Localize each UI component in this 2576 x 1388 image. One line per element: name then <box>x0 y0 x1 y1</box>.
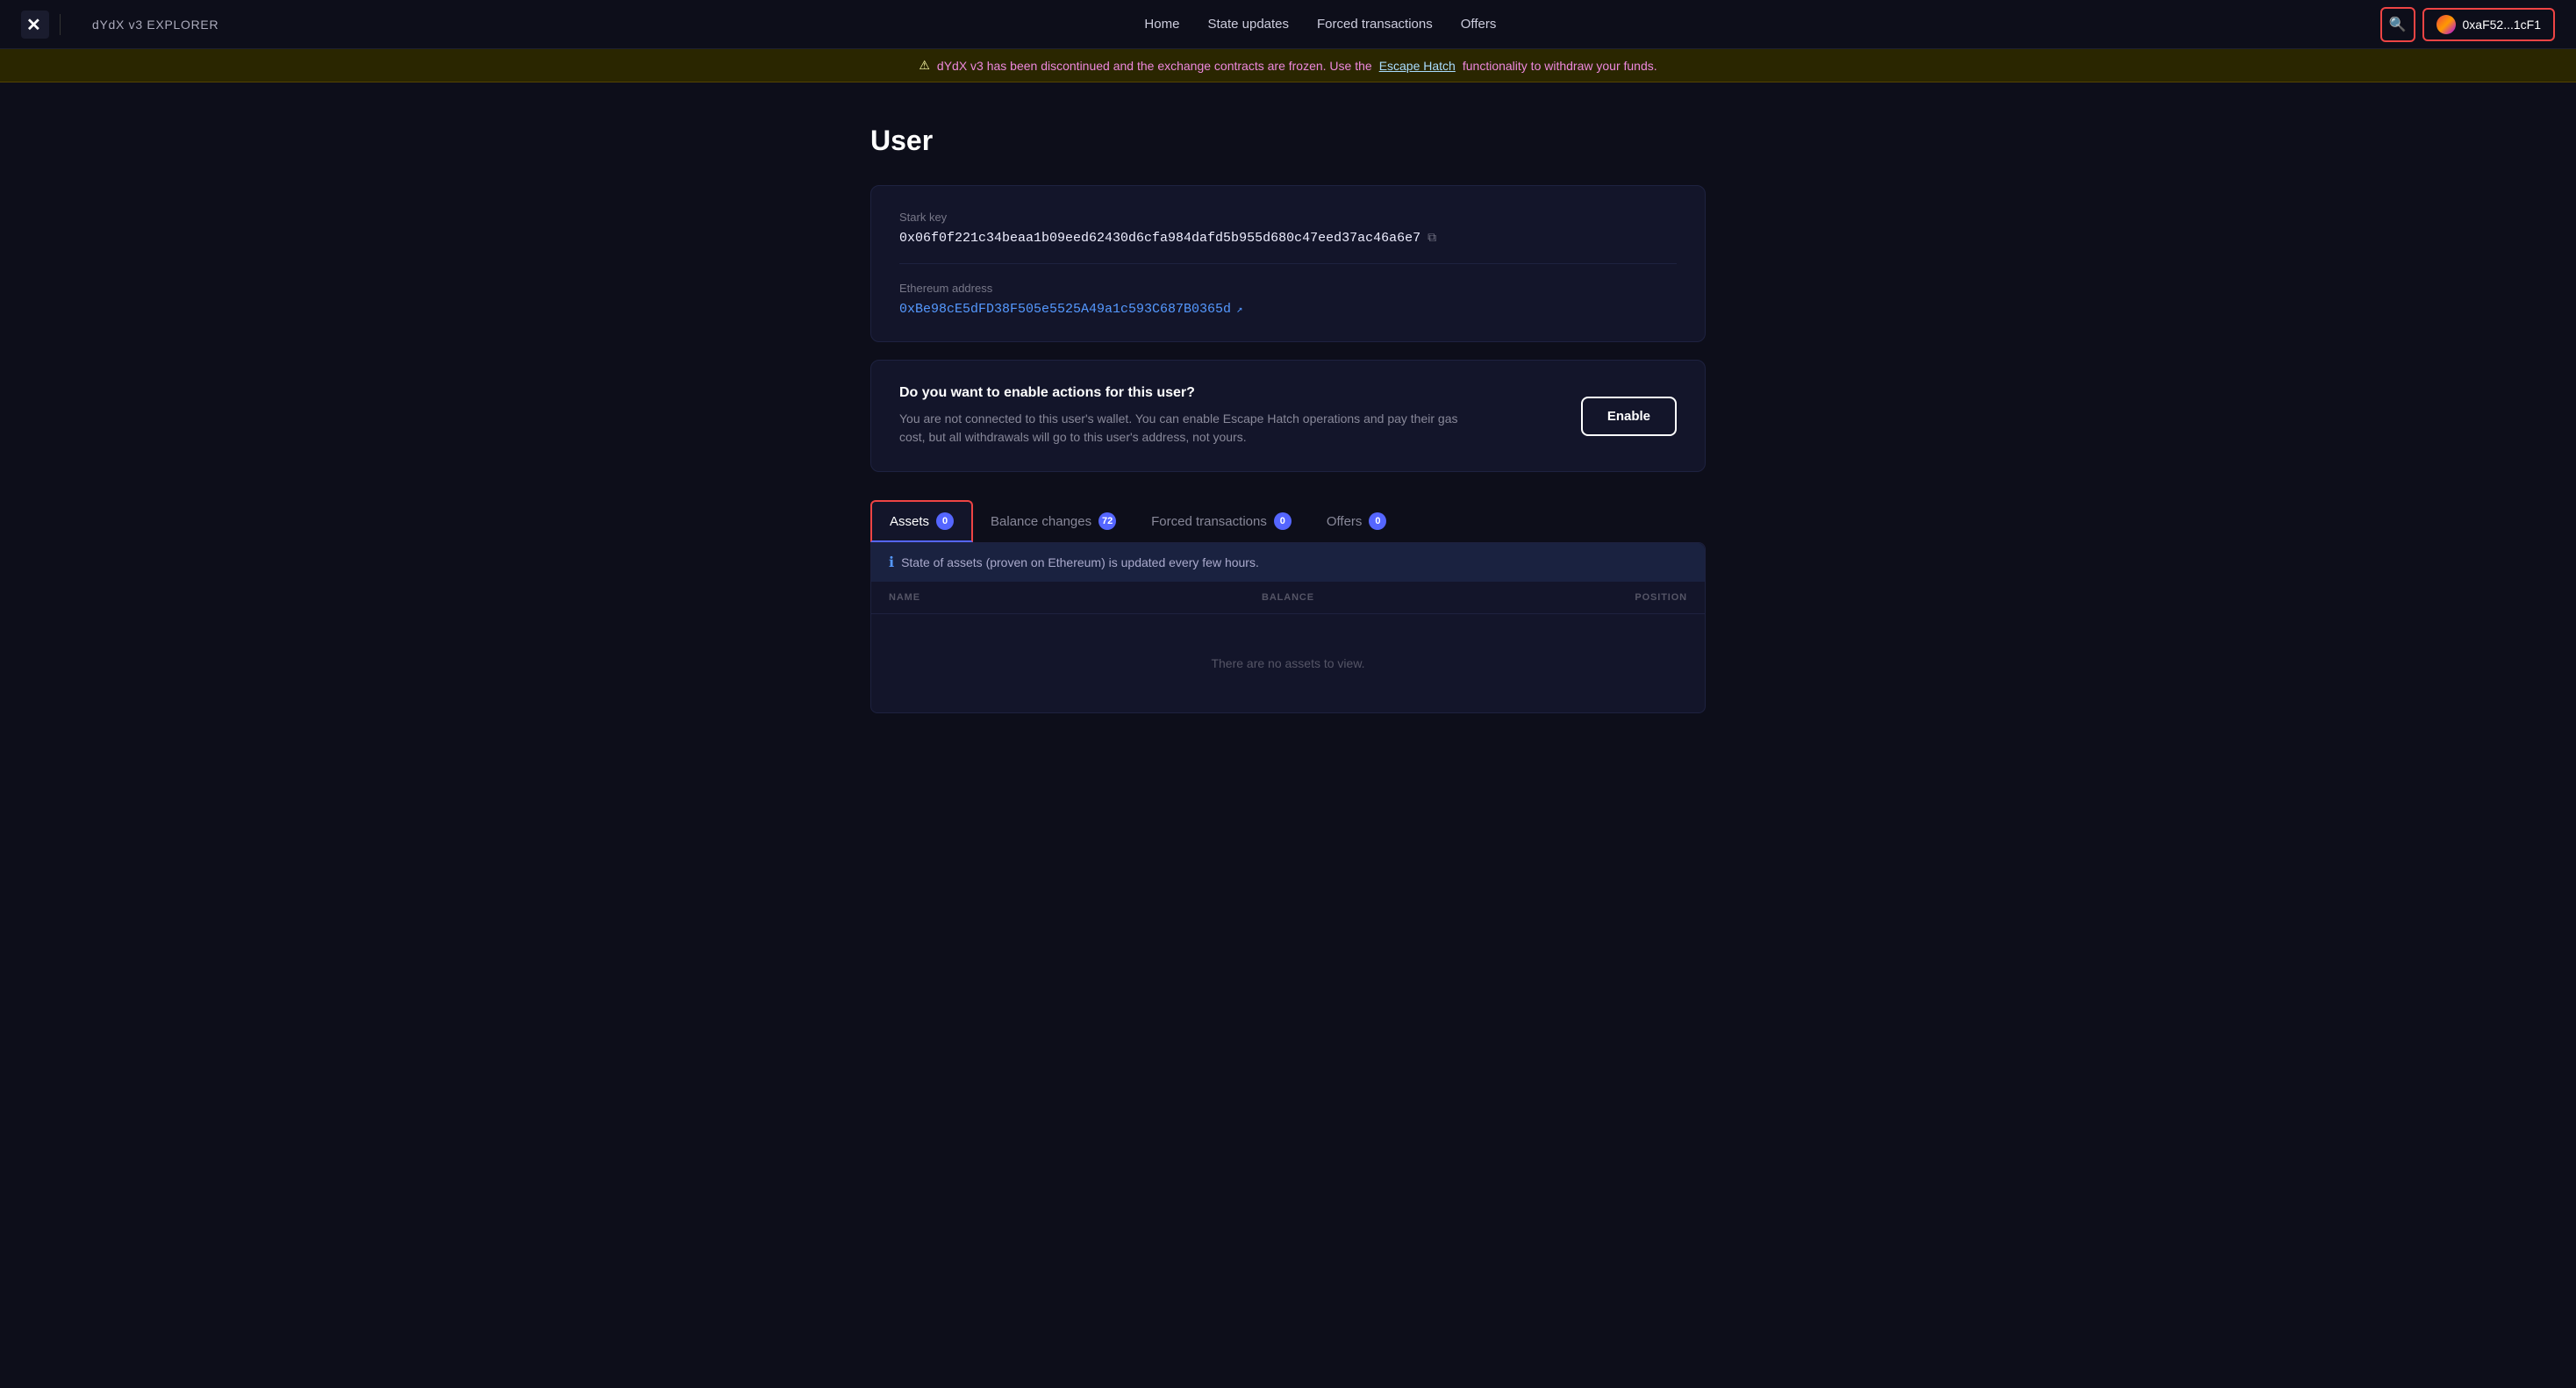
tab-forced-transactions[interactable]: Forced transactions 0 <box>1134 502 1309 542</box>
tab-offers-label: Offers <box>1327 514 1363 529</box>
ethereum-address-text: 0xBe98cE5dFD38F505e5525A49a1c593C687B036… <box>899 302 1231 317</box>
tab-assets[interactable]: Assets 0 <box>870 500 973 542</box>
navbar-title: dYdX v3 EXPLORER <box>92 18 218 32</box>
search-icon: 🔍 <box>2389 16 2407 33</box>
page-title: User <box>870 125 1706 157</box>
nav-state-updates[interactable]: State updates <box>1207 17 1289 32</box>
escape-hatch-link[interactable]: Escape Hatch <box>1379 59 1456 73</box>
tab-forced-transactions-label: Forced transactions <box>1151 514 1267 529</box>
info-icon: ℹ <box>889 554 894 571</box>
banner-text-before: dYdX v3 has been discontinued and the ex… <box>937 59 1372 73</box>
enable-card-title: Do you want to enable actions for this u… <box>899 385 1461 401</box>
svg-text:✕: ✕ <box>26 16 41 35</box>
table-empty: There are no assets to view. <box>871 614 1705 712</box>
search-button[interactable]: 🔍 <box>2380 7 2415 42</box>
tab-assets-badge: 0 <box>936 512 954 530</box>
nav-offers[interactable]: Offers <box>1461 17 1497 32</box>
navbar-right: 🔍 0xaF52...1cF1 <box>2380 7 2556 42</box>
warning-icon: ⚠ <box>919 58 930 73</box>
table-area: ℹ State of assets (proven on Ethereum) i… <box>870 542 1706 713</box>
col-position: POSITION <box>1421 592 1687 603</box>
tab-forced-transactions-badge: 0 <box>1274 512 1292 530</box>
navbar-separator <box>60 14 61 35</box>
announcement-banner: ⚠ dYdX v3 has been discontinued and the … <box>0 49 2576 82</box>
stark-key-value: 0x06f0f221c34beaa1b09eed62430d6cfa984daf… <box>899 231 1677 246</box>
stark-key-text: 0x06f0f221c34beaa1b09eed62430d6cfa984daf… <box>899 231 1420 246</box>
col-name: NAME <box>889 592 1155 603</box>
field-divider <box>899 263 1677 264</box>
wallet-address: 0xaF52...1cF1 <box>2463 18 2542 32</box>
nav-home[interactable]: Home <box>1144 17 1179 32</box>
main-content: User Stark key 0x06f0f221c34beaa1b09eed6… <box>849 82 1727 755</box>
tab-offers-badge: 0 <box>1369 512 1386 530</box>
enable-card: Do you want to enable actions for this u… <box>870 360 1706 472</box>
tab-balance-changes-label: Balance changes <box>991 514 1091 529</box>
ethereum-address-link[interactable]: 0xBe98cE5dFD38F505e5525A49a1c593C687B036… <box>899 302 1677 317</box>
external-link-icon: ↗ <box>1236 303 1242 316</box>
tab-offers[interactable]: Offers 0 <box>1309 502 1405 542</box>
col-balance: BALANCE <box>1155 592 1420 603</box>
copy-icon[interactable]: ⧉ <box>1428 232 1436 246</box>
navbar-links: Home State updates Forced transactions O… <box>261 17 2379 32</box>
wallet-button[interactable]: 0xaF52...1cF1 <box>2422 8 2556 41</box>
stark-key-label: Stark key <box>899 211 1677 224</box>
tab-assets-label: Assets <box>890 514 929 529</box>
stark-key-card: Stark key 0x06f0f221c34beaa1b09eed62430d… <box>870 185 1706 342</box>
enable-card-text: Do you want to enable actions for this u… <box>899 385 1461 447</box>
tab-balance-changes[interactable]: Balance changes 72 <box>973 502 1134 542</box>
wallet-avatar <box>2436 15 2456 34</box>
enable-button[interactable]: Enable <box>1581 397 1677 436</box>
tabs: Assets 0 Balance changes 72 Forced trans… <box>870 500 1706 542</box>
table-header: NAME BALANCE POSITION <box>871 582 1705 614</box>
info-bar-text: State of assets (proven on Ethereum) is … <box>901 555 1259 569</box>
banner-text-after: functionality to withdraw your funds. <box>1463 59 1657 73</box>
ethereum-address-label: Ethereum address <box>899 282 1677 295</box>
dydx-logo: ✕ <box>21 11 49 39</box>
ethereum-address-wrapper: 0xBe98cE5dFD38F505e5525A49a1c593C687B036… <box>899 302 1677 317</box>
nav-forced-transactions[interactable]: Forced transactions <box>1317 17 1433 32</box>
navbar-brand: ✕ dYdX v3 EXPLORER <box>21 11 218 39</box>
navbar: ✕ dYdX v3 EXPLORER Home State updates Fo… <box>0 0 2576 49</box>
info-bar: ℹ State of assets (proven on Ethereum) i… <box>871 543 1705 582</box>
enable-card-description: You are not connected to this user's wal… <box>899 410 1461 447</box>
tab-balance-changes-badge: 72 <box>1098 512 1116 530</box>
